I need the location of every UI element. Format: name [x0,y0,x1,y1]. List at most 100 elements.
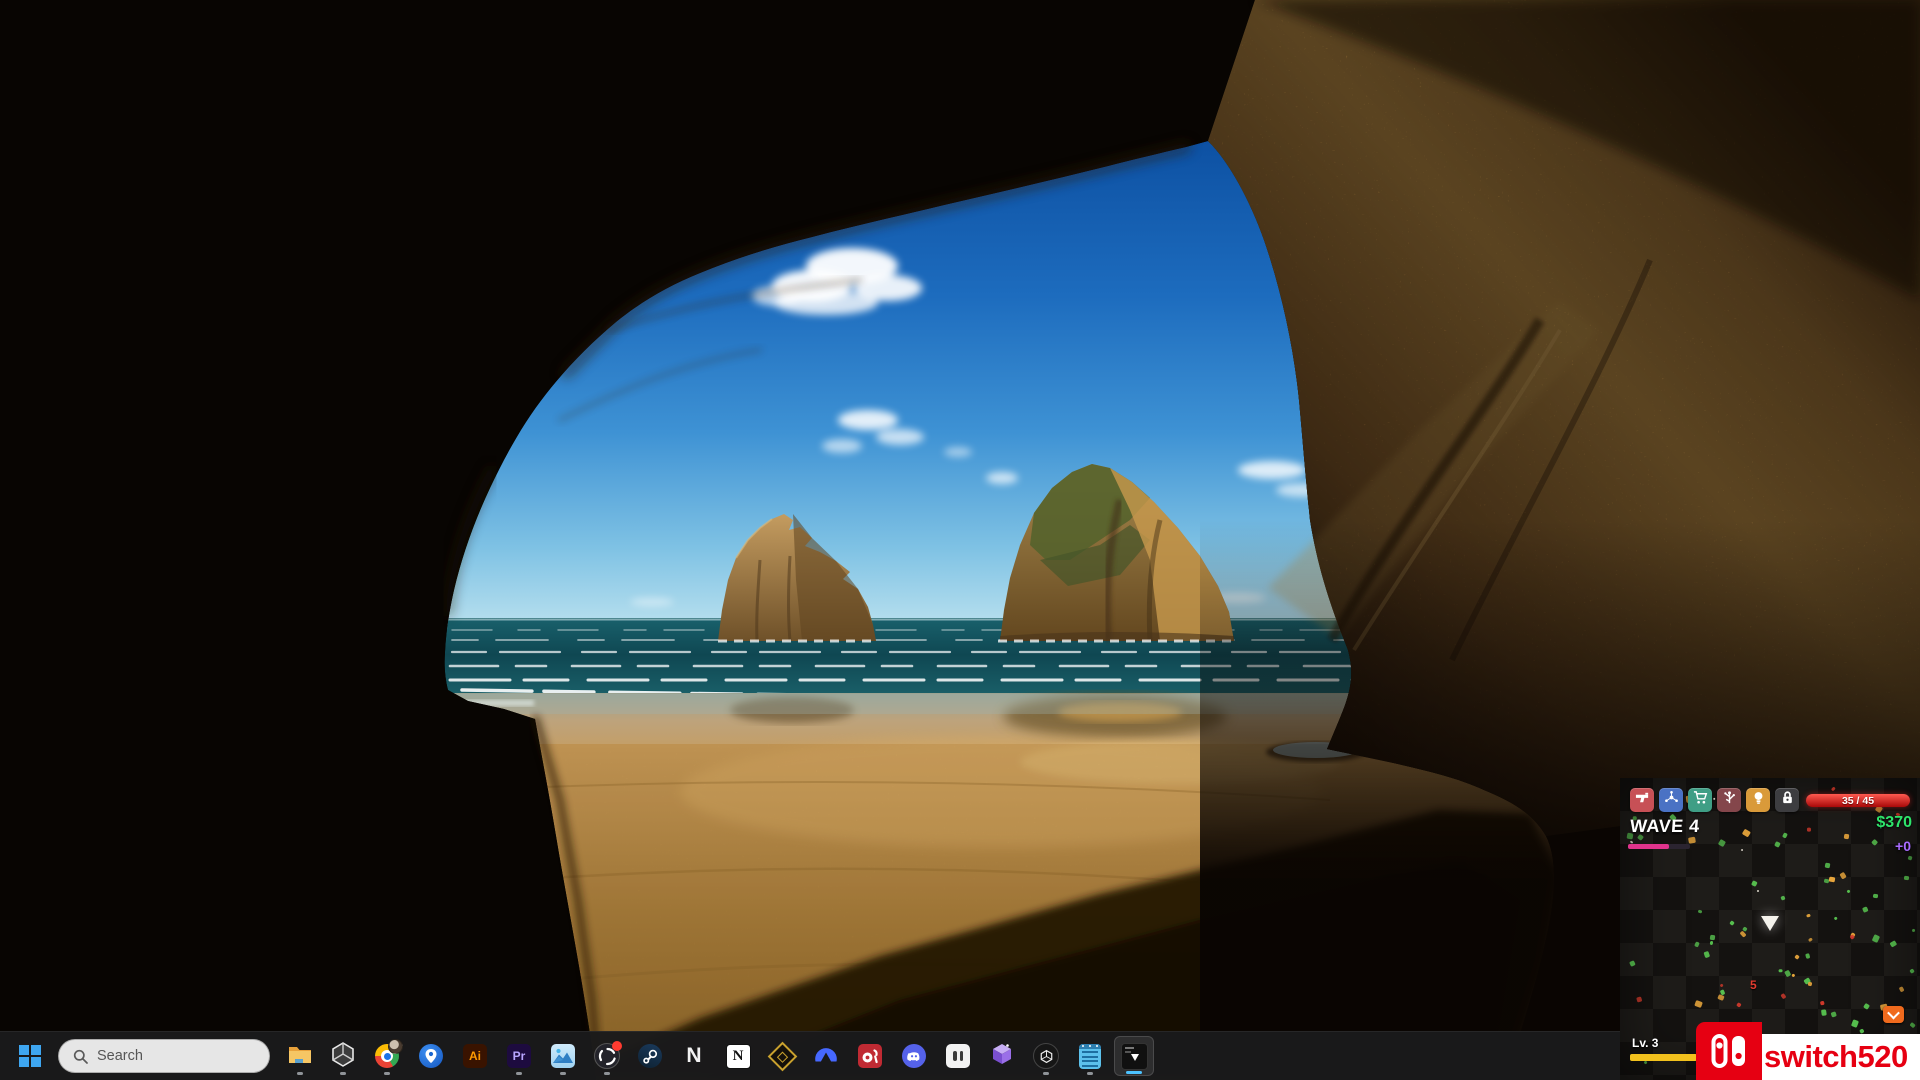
enemy-green [1833,916,1838,921]
blue-pin-icon [419,1044,443,1068]
pickup-gold [1791,973,1795,977]
pickup-gold [1843,834,1849,840]
enemy-green [1804,977,1811,984]
unity-icon [1033,1043,1059,1069]
taskbar-app-unity-hub[interactable] [323,1036,363,1076]
running-indicator [1043,1072,1049,1075]
player-ship-icon [1761,916,1779,931]
atom-icon [1664,790,1679,810]
pickup-gold [1899,986,1905,992]
nordvpn-icon [813,1041,839,1072]
taskbar-app-diamond-app[interactable] [762,1036,802,1076]
running-indicator [340,1072,346,1075]
game-overlay-window[interactable]: 5 35 / 45 $370 +0 WAVE 4 Lv. 3 switch520 [1620,778,1920,1080]
watermark-text: switch520 [1764,1039,1908,1075]
game-toolbar-light-button[interactable] [1746,788,1770,812]
enemy-red [1831,787,1836,792]
taskbar-app-game-window[interactable] [1114,1036,1154,1076]
enemy-red [1807,828,1811,832]
enemy-green [1694,941,1700,947]
taskbar-app-unity-editor[interactable] [1026,1036,1066,1076]
enemy-red [1781,993,1787,999]
profile-avatar-badge [388,1039,403,1054]
enemy-green [1780,896,1785,901]
adobe-pr-icon: Pr [507,1044,531,1068]
taskbar-app-steam[interactable] [630,1036,670,1076]
enemy-green [1704,951,1710,958]
game-toolbar-upgrades-button[interactable] [1659,788,1683,812]
running-indicator [1126,1071,1142,1074]
enemy-green [1643,1061,1647,1065]
enemy-green [1830,1011,1837,1018]
enemy-green [1863,1003,1870,1010]
enemy-green [1751,881,1757,887]
pickup-gold [1808,982,1813,986]
desktop: Search Ai Pr NN 5 35 / 45 $370 +0 WAVE 4 L… [0,0,1920,1080]
windows-logo-icon [19,1045,41,1067]
pickup-gold [1806,913,1810,917]
enemy-green [1821,1010,1827,1016]
level-label: Lv. 3 [1632,1036,1658,1050]
folder-icon [287,1041,313,1072]
enemy-green [1890,940,1897,947]
taskbar-app-photos[interactable] [543,1036,583,1076]
enemy-green [1742,926,1747,931]
enemy-green [1629,960,1636,967]
game-toolbar-locked-button[interactable] [1775,788,1799,812]
start-button[interactable] [10,1036,50,1076]
white-socket-icon [946,1044,970,1068]
taskbar-app-socket-app[interactable] [938,1036,978,1076]
chrome-icon [375,1044,399,1068]
taskbar-app-chrome[interactable] [367,1036,407,1076]
white-n-icon: N [682,1044,706,1068]
game-toolbar-skills-button[interactable] [1717,788,1741,812]
taskbar-app-nordvpn[interactable] [806,1036,846,1076]
enemy-red [1820,1001,1825,1006]
bulb-icon [1751,790,1766,810]
taskbar-app-illustrator[interactable]: Ai [455,1036,495,1076]
enemy-red [1720,983,1725,988]
game-toolbar-shop-button[interactable] [1688,788,1712,812]
padlock-icon [1780,790,1795,810]
currency-value: $370 [1876,814,1912,832]
game-toolbar-weapon-button[interactable] [1630,788,1654,812]
enemy-green [1871,838,1879,846]
enemy-green [1825,862,1831,868]
enemy-green [1824,879,1830,884]
enemy-green [1847,889,1851,893]
enemy-green [1775,841,1782,848]
pickup-gold [1794,954,1800,960]
game-thumb-icon [1121,1043,1148,1070]
taskbar-app-gift-app[interactable] [982,1036,1022,1076]
red-disc-icon [858,1044,882,1068]
pickup-gold [1694,1000,1703,1008]
taskbar-app-notion[interactable]: N [718,1036,758,1076]
running-indicator [384,1072,390,1075]
adobe-ai-icon: Ai [463,1044,487,1068]
search-input[interactable]: Search [58,1039,270,1073]
chevron-down-icon[interactable] [1883,1006,1904,1023]
enemy-green [1907,855,1912,860]
running-indicator [516,1072,522,1075]
purple-box-icon [989,1041,1015,1072]
enemy-green [1710,940,1714,944]
damage-number: 5 [1750,978,1757,992]
taskbar-app-file-explorer[interactable] [280,1036,320,1076]
running-indicator [560,1072,566,1075]
taskbar-app-obs-studio[interactable] [587,1036,627,1076]
enemy-green [1718,839,1726,847]
enemy-green [1720,990,1726,996]
pickup-gold [1739,931,1746,938]
enemy-green [1784,970,1791,977]
game-toolbar [1630,788,1799,812]
taskbar-app-recorder-app[interactable] [850,1036,890,1076]
taskbar-app-premiere[interactable]: Pr [499,1036,539,1076]
spark-white [1757,890,1759,892]
wave-label: WAVE 4 [1629,816,1700,837]
taskbar-app-notepad[interactable] [1070,1036,1110,1076]
steam-icon [638,1044,662,1068]
taskbar-app-blue-pin-app[interactable] [411,1036,451,1076]
taskbar-app-n-app[interactable]: N [674,1036,714,1076]
taskbar-app-discord[interactable] [894,1036,934,1076]
notion-icon: N [726,1044,751,1069]
